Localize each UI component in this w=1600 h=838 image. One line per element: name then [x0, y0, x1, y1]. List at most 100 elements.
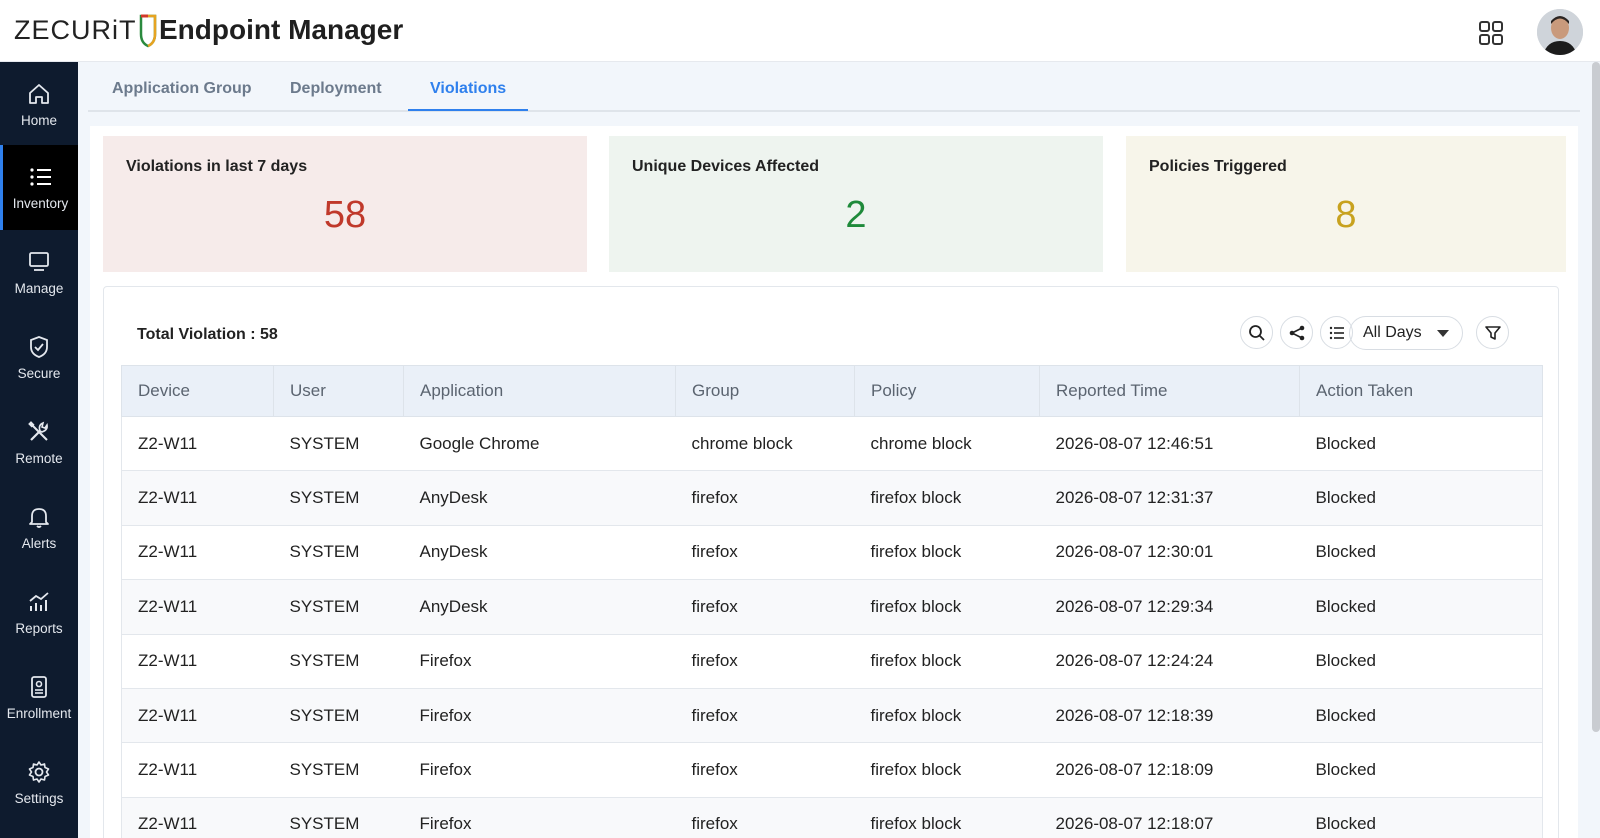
table-row[interactable]: Z2-W11 SYSTEM Firefox firefox firefox bl…	[121, 796, 1543, 838]
cell-device: Z2-W11	[121, 687, 274, 744]
cell-policy: firefox block	[854, 796, 1040, 838]
tools-icon	[28, 421, 48, 441]
cell-device: Z2-W11	[121, 524, 274, 581]
cell-reported-time: 2026-08-07 12:24:24	[1039, 633, 1300, 689]
stat-title: Unique Devices Affected	[632, 158, 820, 175]
cell-device: Z2-W11	[121, 742, 274, 798]
sidebar-item-remote[interactable]: Remote	[0, 400, 78, 485]
apps-grid-icon[interactable]	[1478, 20, 1504, 46]
date-range-value: All Days	[1363, 324, 1422, 341]
search-button[interactable]	[1240, 316, 1273, 349]
sidebar-item-label: Remote	[15, 451, 63, 466]
caret-down-icon	[1437, 330, 1449, 337]
sidebar-item-label: Enrollment	[6, 706, 72, 721]
cell-user: SYSTEM	[273, 742, 404, 798]
tab-violations[interactable]: Violations	[408, 80, 529, 111]
column-header-reported-time[interactable]: Reported Time	[1039, 365, 1300, 417]
bell-icon	[29, 508, 49, 528]
cell-user: SYSTEM	[273, 524, 404, 581]
stat-card-violations: Violations in last 7 days 58	[103, 136, 587, 272]
cell-application: Google Chrome	[403, 415, 676, 472]
cell-policy: firefox block	[854, 687, 1040, 744]
cell-group: firefox	[675, 470, 855, 526]
tab-deployment[interactable]: Deployment	[290, 80, 382, 111]
cell-policy: chrome block	[854, 415, 1040, 472]
stat-value: 58	[323, 194, 367, 236]
home-icon	[29, 84, 49, 104]
table-row[interactable]: Z2-W11 SYSTEM AnyDesk firefox firefox bl…	[121, 579, 1543, 635]
cell-reported-time: 2026-08-07 12:18:09	[1039, 742, 1300, 798]
table-row[interactable]: Z2-W11 SYSTEM Firefox firefox firefox bl…	[121, 742, 1543, 798]
date-range-select[interactable]: All Days	[1349, 316, 1463, 350]
cell-application: Firefox	[403, 687, 676, 744]
cell-application: AnyDesk	[403, 579, 676, 635]
list-icon	[29, 168, 51, 186]
stat-title: Violations in last 7 days	[126, 158, 308, 175]
cell-application: Firefox	[403, 796, 676, 838]
monitor-icon	[29, 252, 49, 271]
cell-action-taken: Blocked	[1299, 579, 1543, 635]
table-row[interactable]: Z2-W11 SYSTEM Firefox firefox firefox bl…	[121, 687, 1543, 744]
table-row[interactable]: Z2-W11 SYSTEM AnyDesk firefox firefox bl…	[121, 470, 1543, 526]
violations-table: Device User Application Group Policy Rep…	[121, 365, 1543, 838]
tab-application-group[interactable]: Application Group	[112, 80, 252, 111]
cell-reported-time: 2026-08-07 12:29:34	[1039, 579, 1300, 635]
list-icon	[1329, 326, 1344, 339]
sidebar-item-manage[interactable]: Manage	[0, 230, 78, 315]
gear-icon	[28, 761, 50, 783]
column-header-action-taken[interactable]: Action Taken	[1299, 365, 1543, 417]
sidebar-item-secure[interactable]: Secure	[0, 315, 78, 400]
total-violation-label: Total Violation : 58	[137, 326, 278, 343]
cell-user: SYSTEM	[273, 579, 404, 635]
logo-shield-icon	[139, 14, 156, 48]
table-row[interactable]: Z2-W11 SYSTEM Google Chrome chrome block…	[121, 415, 1543, 472]
column-header-device[interactable]: Device	[121, 365, 274, 417]
badge-icon	[31, 676, 47, 698]
user-avatar[interactable]	[1537, 9, 1583, 55]
sidebar-item-reports[interactable]: Reports	[0, 570, 78, 655]
cell-policy: firefox block	[854, 470, 1040, 526]
sidebar-item-label: Alerts	[21, 536, 57, 551]
page-scrollbar[interactable]	[1592, 62, 1600, 732]
cell-user: SYSTEM	[273, 633, 404, 689]
stat-title: Policies Triggered	[1149, 158, 1287, 175]
cell-device: Z2-W11	[121, 470, 274, 526]
cell-group: firefox	[675, 524, 855, 581]
top-header: ZECURiT Endpoint Manager	[0, 0, 1600, 62]
cell-action-taken: Blocked	[1299, 415, 1543, 472]
cell-group: chrome block	[675, 415, 855, 472]
sidebar-item-settings[interactable]: Settings	[0, 740, 78, 825]
sidebar-item-alerts[interactable]: Alerts	[0, 485, 78, 570]
sidebar-item-inventory[interactable]: Inventory	[0, 145, 78, 230]
sidebar-item-home[interactable]: Home	[0, 62, 78, 147]
violations-content: Violations in last 7 days 58 Unique Devi…	[90, 126, 1578, 838]
cell-reported-time: 2026-08-07 12:30:01	[1039, 524, 1300, 581]
stat-card-policies-triggered: Policies Triggered 8	[1126, 136, 1566, 272]
cell-device: Z2-W11	[121, 415, 274, 472]
cell-device: Z2-W11	[121, 579, 274, 635]
table-row[interactable]: Z2-W11 SYSTEM AnyDesk firefox firefox bl…	[121, 524, 1543, 581]
cell-user: SYSTEM	[273, 415, 404, 472]
sidebar: Home Inventory Manage Secure Remote Aler…	[0, 62, 78, 838]
cell-action-taken: Blocked	[1299, 633, 1543, 689]
cell-policy: firefox block	[854, 742, 1040, 798]
column-header-group[interactable]: Group	[675, 365, 855, 417]
sidebar-item-label: Inventory	[12, 196, 69, 211]
column-header-user[interactable]: User	[273, 365, 404, 417]
column-header-policy[interactable]: Policy	[854, 365, 1040, 417]
column-header-application[interactable]: Application	[403, 365, 676, 417]
filter-icon	[1484, 325, 1501, 340]
tab-bar: Application Group Deployment Violations	[88, 62, 1580, 112]
zecurit-logo[interactable]: ZECURiT	[14, 10, 157, 50]
share-button[interactable]	[1280, 316, 1313, 349]
stat-value: 2	[845, 194, 867, 236]
sidebar-item-enrollment[interactable]: Enrollment	[0, 655, 78, 740]
cell-reported-time: 2026-08-07 12:46:51	[1039, 415, 1300, 472]
sidebar-item-label: Reports	[15, 621, 63, 636]
cell-application: Firefox	[403, 742, 676, 798]
cell-action-taken: Blocked	[1299, 470, 1543, 526]
share-icon	[1289, 325, 1304, 340]
table-row[interactable]: Z2-W11 SYSTEM Firefox firefox firefox bl…	[121, 633, 1543, 689]
filter-button[interactable]	[1476, 316, 1509, 349]
search-icon	[1248, 324, 1265, 341]
